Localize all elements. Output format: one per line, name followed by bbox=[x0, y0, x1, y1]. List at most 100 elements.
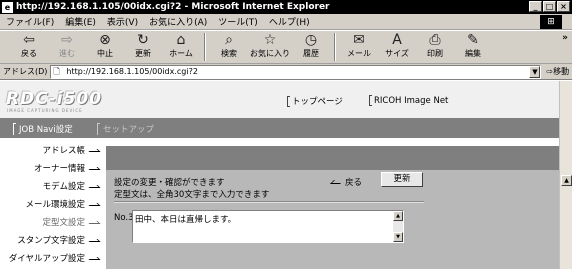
sidebar-item-label: ダイヤルアップ設定 bbox=[8, 254, 85, 264]
arrow-icon bbox=[86, 148, 101, 152]
menu-tools[interactable]: ツール(T) bbox=[218, 15, 258, 28]
history-button[interactable]: ◷ 履歴 bbox=[292, 31, 330, 64]
maximize-button[interactable]: □ bbox=[543, 1, 556, 12]
arrow-icon bbox=[86, 166, 101, 170]
sidebar-item-mail-settings[interactable]: メール環境設定 bbox=[25, 198, 101, 210]
edit-button[interactable]: ✎ 編集 bbox=[454, 31, 492, 64]
sidebar-item-stamp-text[interactable]: スタンプ文字設定 bbox=[17, 234, 101, 246]
tab-strip: JOB Navi設定 セットアップ bbox=[0, 118, 572, 138]
tab-setup[interactable]: セットアップ bbox=[97, 123, 154, 135]
menu-favorites[interactable]: お気に入り(A) bbox=[149, 15, 207, 28]
ie-logo-icon: e bbox=[2, 1, 13, 13]
top-page-label: トップページ bbox=[292, 97, 343, 107]
favorites-button[interactable]: ☆ お気に入り bbox=[248, 31, 292, 64]
menu-edit[interactable]: 編集(E) bbox=[65, 15, 96, 28]
search-icon: ⌕ bbox=[225, 32, 233, 48]
sidebar-item-template-text[interactable]: 定型文設定 bbox=[42, 216, 101, 228]
history-icon: ◷ bbox=[304, 32, 318, 48]
print-label: 印刷 bbox=[427, 49, 443, 58]
address-dropdown-button[interactable]: ▼ bbox=[529, 65, 541, 78]
template-text-value[interactable]: 田中、本日は直帰します。 bbox=[135, 213, 236, 225]
textarea-scrollbar[interactable]: ▲ ▼ bbox=[393, 211, 403, 242]
tab-bracket-icon bbox=[13, 123, 16, 135]
go-label: 移動 bbox=[553, 67, 570, 76]
main-panel: 設定の変更・確認ができます 定型文は、全角30文字まで入力できます 戻る 更新 … bbox=[106, 146, 572, 269]
title-bar: e http://192.168.1.105/00idx.cgi?2 - Mic… bbox=[0, 0, 572, 14]
sidebar-item-modem[interactable]: モデム設定 bbox=[43, 180, 101, 192]
window-controls: _ □ × bbox=[529, 1, 570, 12]
address-bar: アドレス(D) 🗋 http://192.168.1.105/00idx.cgi… bbox=[0, 64, 572, 80]
standard-toolbar: ⇦ 戻る ⇨ 進む ⊗ 中止 ↻ 更新 ⌂ ホーム ⌕ 検索 ☆ お気に入り ◷… bbox=[0, 31, 572, 64]
sidebar-item-address-book[interactable]: アドレス帳 bbox=[42, 144, 101, 156]
toolbar-separator bbox=[334, 33, 336, 61]
search-button[interactable]: ⌕ 検索 bbox=[210, 31, 248, 64]
stop-label: 中止 bbox=[97, 49, 113, 58]
toolbar-more-chevron-icon[interactable]: » bbox=[562, 33, 568, 43]
back-link-label: 戻る bbox=[345, 178, 363, 188]
tab-job-navi-label: JOB Navi設定 bbox=[19, 125, 73, 135]
refresh-label: 更新 bbox=[135, 49, 151, 58]
update-button[interactable]: 更新 bbox=[381, 172, 423, 187]
address-url[interactable]: http://192.168.1.105/00idx.cgi?2 bbox=[66, 67, 198, 76]
print-button[interactable]: ⎙ 印刷 bbox=[416, 31, 454, 64]
sidebar-item-label: メール環境設定 bbox=[25, 200, 85, 210]
scroll-down-arrow-icon[interactable]: ▼ bbox=[393, 232, 403, 242]
stop-button[interactable]: ⊗ 中止 bbox=[86, 31, 124, 64]
page-scroll-up-arrow-icon[interactable]: ▲ bbox=[561, 175, 572, 186]
template-number-label: No.3 bbox=[114, 213, 134, 223]
ricoh-image-net-link[interactable]: RICOH Image Net bbox=[369, 95, 448, 106]
top-page-link[interactable]: トップページ bbox=[287, 95, 343, 107]
menu-file[interactable]: ファイル(F) bbox=[6, 15, 54, 28]
edit-label: 編集 bbox=[465, 49, 481, 58]
scroll-up-arrow-icon[interactable]: ▲ bbox=[393, 211, 403, 221]
page-content: RDC-i500 IMAGE CAPTURING DEVICE トップページ R… bbox=[0, 81, 572, 269]
back-link[interactable]: 戻る bbox=[330, 176, 363, 188]
sidebar-item-label: アドレス帳 bbox=[42, 146, 85, 156]
window-title: http://192.168.1.105/00idx.cgi?2 - Micro… bbox=[16, 2, 330, 12]
forward-label: 進む bbox=[59, 49, 75, 58]
menu-help[interactable]: ヘルプ(H) bbox=[269, 15, 310, 28]
panel-header bbox=[106, 146, 572, 170]
favorites-icon: ☆ bbox=[263, 32, 277, 48]
menu-view[interactable]: 表示(V) bbox=[107, 15, 138, 28]
arrow-icon bbox=[86, 238, 101, 242]
link-bracket-icon bbox=[287, 95, 290, 107]
page-scrollbar[interactable]: ▲ bbox=[559, 81, 572, 269]
settings-sidebar: アドレス帳 オーナー情報 モデム設定 メール環境設定 定型文設定 スタンプ文字設… bbox=[0, 138, 106, 269]
back-arrow-icon: ⇦ bbox=[23, 32, 35, 48]
page-icon: 🗋 bbox=[53, 66, 60, 76]
sidebar-item-label: スタンプ文字設定 bbox=[17, 236, 85, 246]
sidebar-item-label: 定型文設定 bbox=[42, 218, 85, 228]
arrow-icon bbox=[86, 184, 101, 188]
font-size-button[interactable]: A サイズ bbox=[378, 31, 416, 64]
ricoh-image-net-label: RICOH Image Net bbox=[374, 95, 449, 106]
back-button[interactable]: ⇦ 戻る bbox=[10, 31, 48, 64]
tab-setup-label: セットアップ bbox=[103, 125, 155, 135]
print-icon: ⎙ bbox=[429, 32, 441, 48]
limit-text: 定型文は、全角30文字まで入力できます bbox=[114, 190, 270, 200]
search-label: 検索 bbox=[221, 49, 237, 58]
home-button[interactable]: ⌂ ホーム bbox=[162, 31, 200, 64]
go-button[interactable]: ⇨移動 bbox=[546, 66, 569, 77]
address-input[interactable]: 🗋 http://192.168.1.105/00idx.cgi?2 ▼ bbox=[50, 64, 542, 79]
mail-icon: ✉ bbox=[353, 32, 365, 48]
brand-header: RDC-i500 IMAGE CAPTURING DEVICE トップページ R… bbox=[0, 81, 572, 118]
arrow-icon bbox=[86, 256, 101, 260]
sidebar-item-label: オーナー情報 bbox=[33, 164, 85, 174]
close-button[interactable]: × bbox=[557, 1, 570, 12]
refresh-button[interactable]: ↻ 更新 bbox=[124, 31, 162, 64]
template-text-area[interactable]: 田中、本日は直帰します。 ▲ ▼ bbox=[132, 210, 404, 243]
home-icon: ⌂ bbox=[176, 32, 186, 48]
tab-job-navi[interactable]: JOB Navi設定 bbox=[13, 123, 73, 135]
windows-logo-icon: ⊞ bbox=[540, 15, 562, 29]
sidebar-item-owner-info[interactable]: オーナー情報 bbox=[33, 162, 101, 174]
arrow-icon bbox=[86, 220, 101, 224]
sidebar-item-dialup[interactable]: ダイヤルアップ設定 bbox=[8, 252, 101, 264]
forward-button[interactable]: ⇨ 進む bbox=[48, 31, 86, 64]
link-bracket-icon bbox=[369, 95, 372, 106]
history-label: 履歴 bbox=[303, 49, 319, 58]
address-label: アドレス(D) bbox=[3, 67, 48, 76]
back-arrow-icon bbox=[330, 180, 344, 184]
mail-button[interactable]: ✉ メール bbox=[340, 31, 378, 64]
minimize-button[interactable]: _ bbox=[529, 1, 542, 12]
